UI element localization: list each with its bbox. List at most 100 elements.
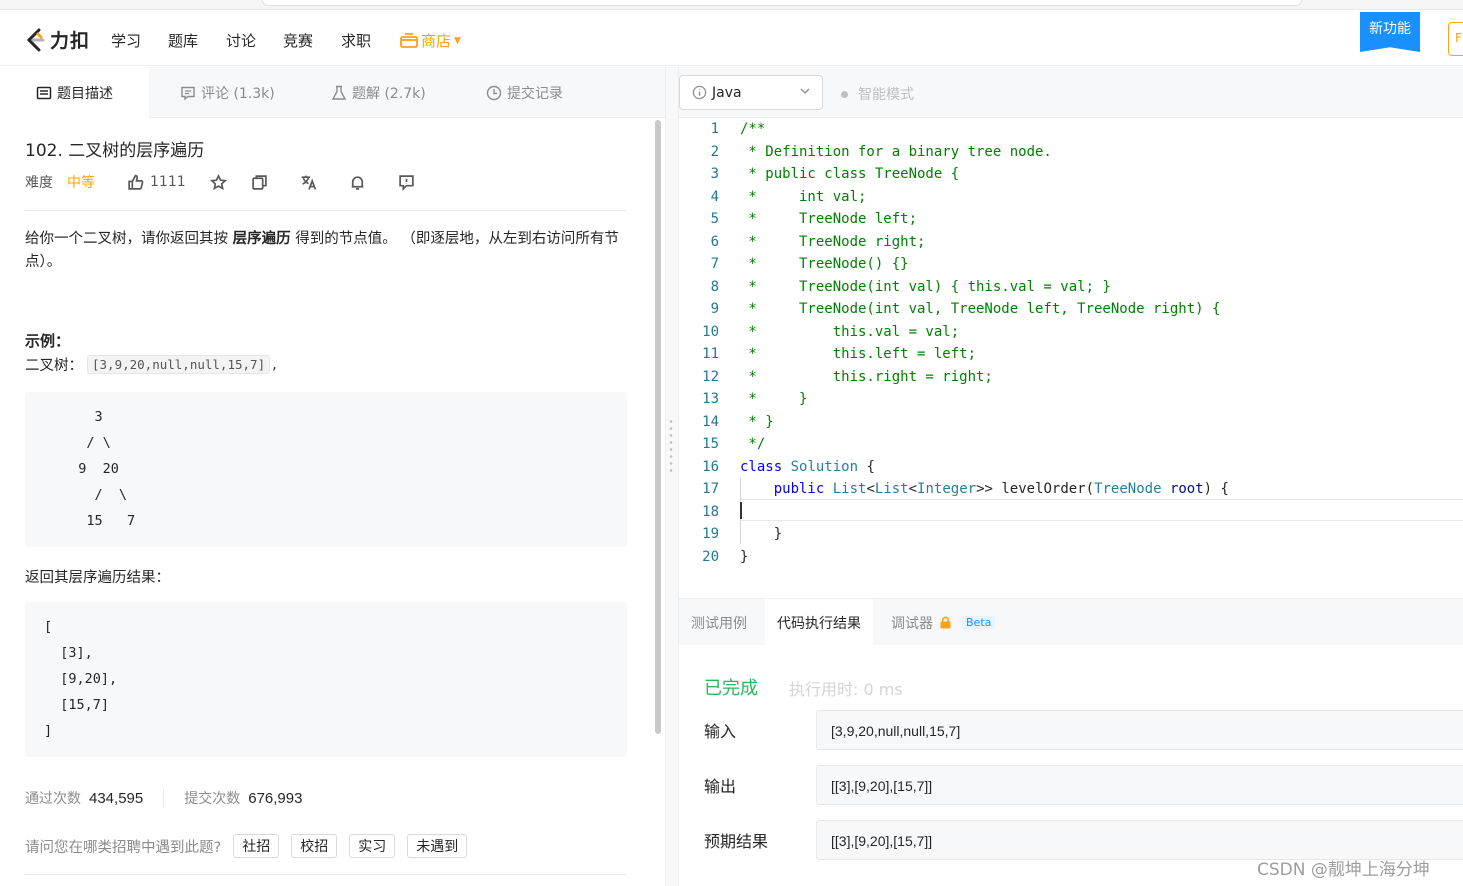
- translate-button[interactable]: [300, 174, 317, 191]
- code-text: * this.right = right;: [740, 368, 993, 385]
- line-number: 5: [710, 211, 719, 227]
- difficulty-label: 难度: [25, 175, 53, 191]
- code-text: }: [740, 526, 783, 542]
- code-line[interactable]: 12 * this.right = right;: [679, 366, 1463, 389]
- line-number: 6: [710, 233, 719, 250]
- code-line[interactable]: 14 * }: [679, 411, 1463, 434]
- code-text: }: [740, 548, 749, 565]
- code-line[interactable]: 13 * }: [679, 388, 1463, 411]
- subscribe-button[interactable]: [349, 174, 366, 191]
- code-line[interactable]: 6 * TreeNode right;: [679, 231, 1463, 254]
- csdn-watermark: CSDN @靓坤上海分坤: [1257, 860, 1430, 880]
- run-result-panel: 已完成 执行用时: 0 ms 输入 [3,9,20,null,null,15,7…: [679, 645, 1463, 886]
- lock-icon: [940, 616, 951, 629]
- submitted-count: 676,993: [248, 789, 303, 807]
- like-button[interactable]: 1111: [127, 174, 186, 191]
- code-text: * Definition for a binary tree node.: [740, 143, 1052, 160]
- splitter-grip-icon[interactable]: [669, 418, 673, 474]
- input-label: 输入: [704, 722, 737, 741]
- console-tabs: 测试用例 代码执行结果 调试器 Beta: [679, 598, 1463, 646]
- document-icon: [36, 86, 52, 99]
- tag-not-encountered[interactable]: 未遇到: [407, 834, 468, 858]
- leetcode-logo[interactable]: 力扣: [24, 26, 90, 53]
- code-line[interactable]: 4 * int val;: [679, 186, 1463, 209]
- example-suffix: ,: [272, 356, 277, 373]
- address-bar-edge: [262, 0, 1302, 6]
- example-line: 二叉树： [3,9,20,null,null,15,7] ,: [25, 354, 277, 375]
- smart-mode-label: 智能模式: [858, 87, 914, 103]
- code-line[interactable]: 3 * public class TreeNode {: [679, 163, 1463, 186]
- code-line[interactable]: 20}: [679, 546, 1463, 569]
- panel-splitter[interactable]: [665, 67, 679, 886]
- code-text: * this.left = left;: [740, 346, 977, 362]
- code-text: * public class TreeNode {: [740, 166, 960, 182]
- survey-question: 请问您在哪类招聘中遇到此题?: [25, 839, 222, 856]
- nav-item-discuss[interactable]: 讨论: [226, 30, 256, 51]
- divider: [25, 210, 627, 211]
- tab-description[interactable]: 题目描述: [0, 67, 149, 118]
- code-line[interactable]: 5 * TreeNode left;: [679, 208, 1463, 231]
- result-row-expected: 预期结果 [[3],[9,20],[15,7]]: [704, 820, 1463, 860]
- info-icon: [692, 85, 707, 100]
- line-number: 18: [702, 503, 719, 520]
- code-line[interactable]: 8 * TreeNode(int val) { this.val = val; …: [679, 276, 1463, 299]
- tab-submissions[interactable]: 提交记录: [486, 67, 563, 118]
- line-number: 8: [710, 278, 719, 295]
- line-number: 11: [702, 346, 719, 362]
- code-line[interactable]: 16 class Solution {: [679, 456, 1463, 479]
- tab-solutions[interactable]: 题解 (2.7k): [331, 67, 426, 118]
- nav-item-jobs[interactable]: 求职: [341, 30, 371, 51]
- language-select[interactable]: Java: [679, 75, 823, 110]
- line-number: 19: [702, 526, 719, 542]
- code-line[interactable]: 2 * Definition for a binary tree node.: [679, 141, 1463, 164]
- favorite-button[interactable]: [209, 173, 227, 191]
- nav-item-learn[interactable]: 学习: [111, 30, 141, 51]
- code-text: * }: [740, 391, 808, 407]
- code-line[interactable]: 9 * TreeNode(int val, TreeNode left, Tre…: [679, 298, 1463, 321]
- desc-text-pre: 给你一个二叉树，请你返回其按: [25, 231, 233, 247]
- nav-item-problems[interactable]: 题库: [168, 30, 198, 51]
- shop-label: 商店: [421, 32, 452, 50]
- code-line[interactable]: 7 * TreeNode() {}: [679, 253, 1463, 276]
- browser-top-strip: [0, 0, 1463, 10]
- expected-value: [[3],[9,20],[15,7]]: [816, 820, 1463, 860]
- right-nav-button[interactable]: F: [1448, 22, 1463, 56]
- thumbs-up-icon: [128, 174, 144, 190]
- result-row-output: 输出 [[3],[9,20],[15,7]]: [704, 765, 1463, 805]
- line-number: 1: [710, 121, 719, 137]
- new-feature-badge[interactable]: 新功能: [1360, 12, 1420, 52]
- caret-down-icon: ▼: [454, 35, 461, 46]
- code-line[interactable]: 10 * this.val = val;: [679, 321, 1463, 344]
- code-line[interactable]: 1 /**: [679, 118, 1463, 141]
- tab-debugger[interactable]: 调试器 Beta: [891, 599, 996, 646]
- code-line[interactable]: 11 * this.left = left;: [679, 343, 1463, 366]
- problem-scrollbar[interactable]: [655, 120, 661, 734]
- nav-item-contest[interactable]: 竞赛: [283, 30, 313, 51]
- feedback-button[interactable]: [398, 174, 415, 191]
- tab-testcase[interactable]: 测试用例: [691, 599, 747, 646]
- smart-mode-toggle[interactable]: 智能模式: [841, 84, 914, 104]
- tab-run-result[interactable]: 代码执行结果: [765, 599, 873, 646]
- share-icon: [251, 174, 267, 190]
- code-line[interactable]: 15 */: [679, 433, 1463, 456]
- line-number: 9: [710, 301, 719, 317]
- code-line[interactable]: 17 public List<List<Integer>> levelOrder…: [679, 478, 1463, 501]
- code-editor[interactable]: 1 /** 2 * Definition for a binary tree nod…: [679, 118, 1463, 598]
- code-line[interactable]: 19 }: [679, 523, 1463, 546]
- tag-social-recruit[interactable]: 社招: [233, 834, 280, 858]
- top-nav: 力扣 学习 题库 讨论 竞赛 求职 商店 ▼ 新功能 F: [0, 10, 1463, 66]
- tab-comments[interactable]: 评论 (1.3k): [180, 67, 275, 118]
- stats-separator: [163, 789, 165, 807]
- smart-mode-dot-icon: [841, 90, 848, 98]
- tab-description-label: 题目描述: [57, 85, 113, 102]
- code-text: * TreeNode() {}: [740, 256, 909, 272]
- tag-campus-recruit[interactable]: 校招: [291, 834, 338, 858]
- interview-survey: 请问您在哪类招聘中遇到此题? 社招 校招 实习 未遇到: [25, 834, 468, 858]
- nav-item-shop[interactable]: 商店 ▼: [400, 30, 461, 51]
- input-value: [3,9,20,null,null,15,7]: [816, 710, 1463, 750]
- tag-internship[interactable]: 实习: [349, 834, 396, 858]
- code-line[interactable]: 18: [679, 501, 1463, 524]
- share-button[interactable]: [251, 174, 268, 191]
- problem-panel: 102. 二叉树的层序遍历 难度 中等 1111 给你一个二叉树，请你返回其按 …: [0, 118, 665, 886]
